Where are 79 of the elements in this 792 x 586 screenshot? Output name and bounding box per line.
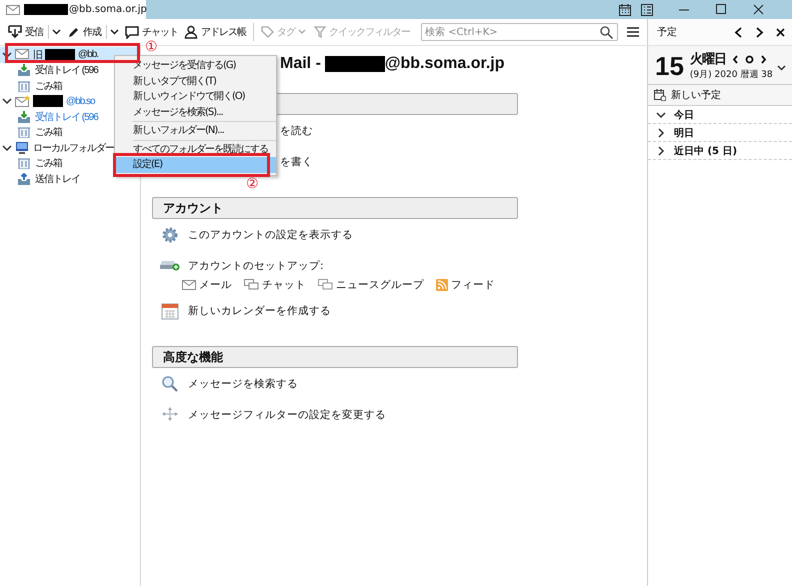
toolbar-button[interactable]: アドレス帳 [181, 25, 249, 39]
toolbar-button[interactable]: 受信 [5, 25, 48, 39]
step-number: ② [246, 176, 259, 192]
weekday: 火曜日 [690, 51, 726, 68]
close-icon[interactable] [776, 28, 785, 36]
today-circle-icon[interactable] [744, 54, 754, 64]
setup-link[interactable]: フィード [436, 278, 495, 292]
gear-icon [161, 226, 179, 244]
menu-item[interactable]: メッセージを検索(S)... [115, 104, 276, 120]
search-icon [161, 375, 179, 393]
feed-icon [436, 279, 448, 291]
menu-item[interactable]: 新しいウィンドウで開く(O) [115, 89, 276, 104]
window-tab[interactable]: @bb.soma.or.jp [0, 0, 146, 19]
section-header: 高度な機能 [152, 346, 518, 368]
folder-item[interactable]: 送信トレイ [0, 171, 140, 186]
toolbar-button[interactable]: チャット [122, 25, 181, 39]
chevron-down-icon[interactable] [2, 50, 12, 60]
calendar-plus-icon [654, 89, 666, 101]
arrows-icon [160, 406, 180, 422]
envelope-icon [182, 280, 196, 290]
action-link[interactable]: このアカウントの設定を表示する [188, 226, 353, 244]
computer-icon [15, 142, 30, 154]
tag-icon [261, 26, 274, 38]
menu-item[interactable]: 設定(E) [115, 157, 276, 172]
caret-icon [298, 29, 306, 35]
close-icon[interactable] [753, 4, 764, 15]
person-icon [184, 25, 198, 39]
envelope-icon [6, 4, 20, 14]
day-number: 15 [655, 52, 684, 80]
search-field[interactable]: 検索 <Ctrl+K> [421, 23, 618, 41]
caret-icon [110, 29, 119, 35]
menu-item[interactable]: 新しいタブで開く(T) [115, 74, 276, 89]
caret-icon [52, 29, 61, 35]
chevron-right-icon[interactable] [755, 26, 764, 38]
agenda-group[interactable]: 近日中 (5 日) [648, 142, 792, 160]
task-list-icon[interactable] [641, 4, 653, 16]
action-link[interactable]: メッセージフィルターの設定を変更する [188, 406, 386, 424]
section-header: アカウント [152, 197, 518, 219]
trash-icon [17, 126, 32, 138]
maximize-icon[interactable] [716, 4, 727, 15]
chevron-right-icon[interactable] [760, 54, 767, 64]
toolbar-button[interactable]: 作成 [64, 25, 106, 39]
week-info: (9月) 2020 暦週 38 [690, 68, 773, 81]
speech-bubbles-icon [318, 279, 333, 291]
pencil-icon [67, 26, 80, 38]
chat-icon [125, 26, 139, 38]
menu-icon[interactable] [627, 27, 639, 37]
setup-link[interactable]: ニュースグループ [318, 278, 424, 292]
action-text: アカウントのセットアップ: [188, 259, 325, 274]
inbox-icon [17, 64, 32, 76]
chevron-left-icon[interactable] [734, 26, 743, 38]
trash-icon [17, 157, 32, 170]
calendar-icon[interactable] [619, 4, 631, 16]
chevron-down-icon[interactable] [777, 65, 786, 72]
agenda-group[interactable]: 今日 [648, 106, 792, 124]
action-link[interactable]: 新しいカレンダーを作成する [188, 302, 331, 320]
menu-item[interactable]: 新しいフォルダー(N)... [115, 123, 276, 138]
action-link[interactable]: を読む [280, 122, 313, 140]
chevron-down-icon[interactable] [2, 96, 12, 106]
account-title: @bb.soma.or.jp [384, 55, 505, 73]
chevron-left-icon[interactable] [732, 54, 739, 64]
chevron-down-icon[interactable] [2, 142, 12, 153]
action-link[interactable]: メッセージを検索する [188, 375, 298, 393]
trash-icon [17, 80, 32, 92]
outbox-icon [17, 172, 32, 185]
speech-bubbles-icon [244, 279, 259, 291]
download-icon [8, 25, 22, 39]
setup-link[interactable]: メール [182, 278, 232, 292]
setup-link[interactable]: チャット [244, 278, 306, 292]
account-title: Mail - [280, 55, 321, 73]
agenda-group[interactable]: 明日 [648, 124, 792, 142]
inbox-icon [17, 110, 32, 123]
new-event-button[interactable]: 新しい予定 [648, 85, 792, 106]
calendar-icon [161, 302, 179, 320]
funnel-icon [314, 26, 326, 38]
envelope-icon [15, 48, 30, 61]
action-link[interactable]: を書く [280, 153, 313, 171]
pane-title: 予定 [657, 26, 677, 39]
step-number: ① [145, 39, 158, 55]
